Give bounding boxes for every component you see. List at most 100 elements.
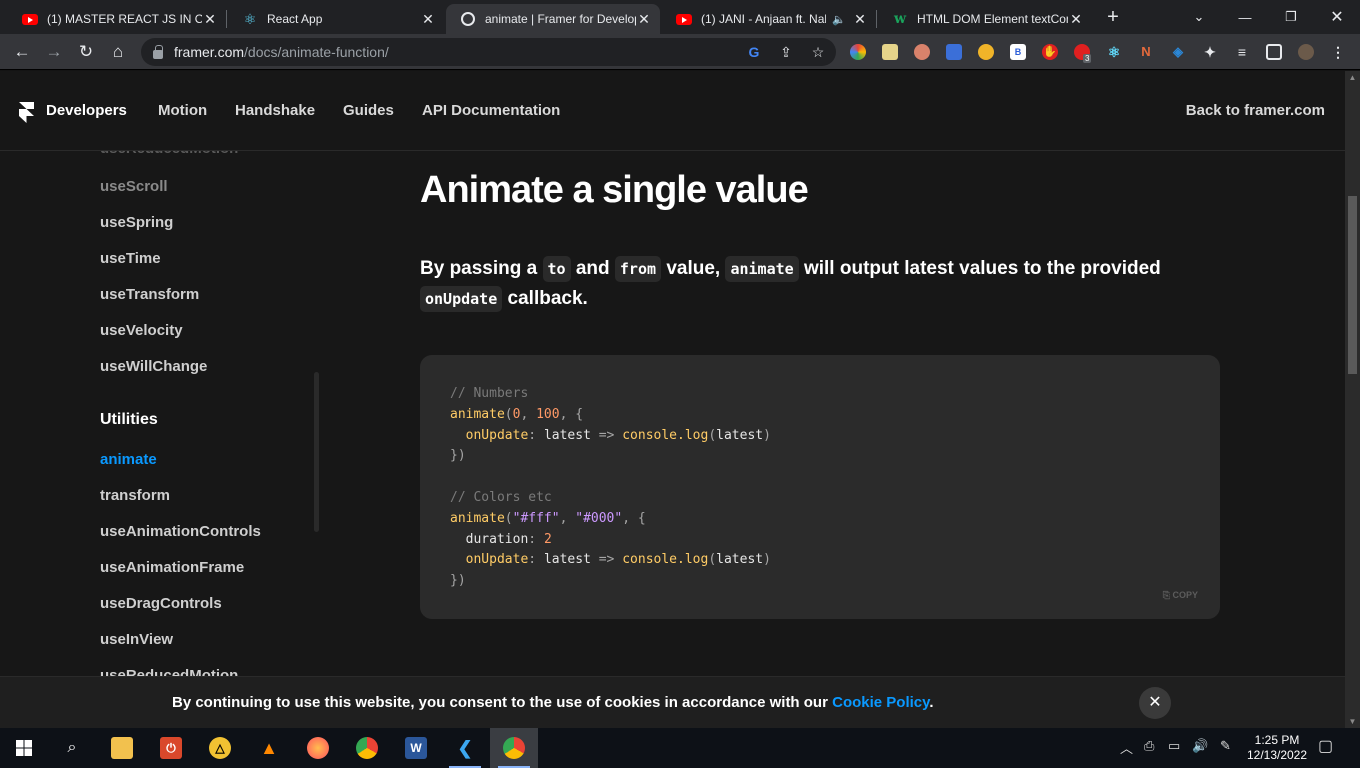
media-controls-icon[interactable]: ≡: [1234, 44, 1250, 60]
menu-kebab-icon[interactable]: ⋮: [1330, 44, 1346, 60]
pen-icon[interactable]: ✎: [1220, 738, 1231, 754]
sidebar-item-usetransform[interactable]: useTransform: [100, 286, 199, 303]
tray-chevron-icon[interactable]: ︿: [1120, 738, 1133, 757]
n-extension-icon[interactable]: N: [1138, 44, 1154, 60]
page-viewport: Developers Motion Handshake Guides API D…: [0, 71, 1345, 728]
cube-extension-icon[interactable]: ◈: [1170, 44, 1186, 60]
taskbar-vscode[interactable]: ❮: [441, 728, 489, 768]
sidebar-item-usewillchange[interactable]: useWillChange: [100, 358, 207, 375]
google-lens-icon[interactable]: G: [746, 44, 762, 60]
taskbar-firefox[interactable]: [294, 728, 342, 768]
close-cookie-button[interactable]: ✕: [1139, 687, 1171, 719]
tab-title: HTML DOM Element textCon: [917, 12, 1068, 26]
color-picker-extension-icon[interactable]: [850, 44, 866, 60]
bookmark-star-icon[interactable]: ☆: [810, 44, 826, 60]
close-tab-icon[interactable]: ✕: [202, 11, 218, 27]
tab-html-dom[interactable]: w HTML DOM Element textCon ✕: [878, 4, 1092, 34]
tab-framer-animate[interactable]: animate | Framer for Develop ✕: [446, 4, 660, 34]
tab-master-react[interactable]: (1) MASTER REACT JS IN ONE ✕: [8, 4, 226, 34]
nav-api-documentation[interactable]: API Documentation: [422, 102, 560, 119]
taskbar-file-explorer[interactable]: [98, 728, 146, 768]
close-tab-icon[interactable]: ✕: [1068, 11, 1084, 27]
search-button[interactable]: ⌕: [48, 728, 96, 768]
tab-title: React App: [267, 12, 323, 26]
scrollbar-thumb[interactable]: [1348, 196, 1357, 374]
speed-extension-icon[interactable]: [978, 44, 994, 60]
sidebar-item[interactable]: useReducedMotion: [100, 151, 238, 157]
screen-recorder-extension-icon[interactable]: [946, 44, 962, 60]
taskbar-chrome[interactable]: [343, 728, 391, 768]
taskbar-chrome-profile[interactable]: [490, 728, 538, 768]
sidebar-item-usevelocity[interactable]: useVelocity: [100, 322, 183, 339]
close-window-button[interactable]: ✕: [1314, 0, 1360, 34]
sidebar-item-transform[interactable]: transform: [100, 487, 170, 504]
sidebar-item-usespring[interactable]: useSpring: [100, 214, 173, 231]
restore-button[interactable]: ❐: [1268, 0, 1314, 34]
power-app-icon: ⏻: [160, 737, 182, 759]
profile-avatar[interactable]: [1298, 44, 1314, 60]
taskbar-word[interactable]: W: [392, 728, 440, 768]
youtube-icon: [22, 11, 38, 27]
close-tab-icon[interactable]: ✕: [420, 11, 436, 27]
browser-toolbar: ← → ↻ ⌂ framer.com/docs/animate-function…: [0, 34, 1360, 70]
network-icon[interactable]: ▭: [1168, 738, 1180, 754]
framer-logo-icon[interactable]: [19, 102, 34, 123]
taskbar-app-yellow[interactable]: △: [196, 728, 244, 768]
sidebar-item-usescroll[interactable]: useScroll: [100, 178, 168, 195]
sidebar-scrollbar[interactable]: [314, 372, 319, 532]
notes-extension-icon[interactable]: [882, 44, 898, 60]
inline-code-onupdate: onUpdate: [420, 286, 503, 312]
close-tab-icon[interactable]: ✕: [636, 11, 652, 27]
start-button[interactable]: [0, 728, 48, 768]
bitwarden-extension-icon[interactable]: B: [1010, 44, 1026, 60]
brand-link[interactable]: Developers: [46, 102, 127, 119]
new-tab-button[interactable]: +: [1102, 6, 1124, 28]
sidebar-item-useanimationframe[interactable]: useAnimationFrame: [100, 559, 244, 576]
scroll-down-arrow-icon[interactable]: ▼: [1348, 717, 1357, 726]
chrome-icon: [356, 737, 378, 759]
sidebar-item-usetime[interactable]: useTime: [100, 250, 161, 267]
page-scrollbar[interactable]: ▲ ▼: [1345, 71, 1360, 728]
taskbar-vlc[interactable]: ▲: [245, 728, 293, 768]
nav-motion[interactable]: Motion: [158, 102, 207, 119]
owl-extension-icon[interactable]: [914, 44, 930, 60]
address-bar[interactable]: framer.com/docs/animate-function/ G ⇪ ☆: [141, 38, 836, 66]
sidebar-item-useanimationcontrols[interactable]: useAnimationControls: [100, 523, 261, 540]
react-devtools-icon[interactable]: ⚛: [1106, 44, 1122, 60]
minimize-button[interactable]: —: [1222, 0, 1268, 34]
share-icon[interactable]: ⇪: [778, 44, 794, 60]
sidebar-item-animate[interactable]: animate: [100, 451, 157, 468]
meet-now-icon[interactable]: ⎙: [1144, 738, 1154, 754]
site-header: Developers Motion Handshake Guides API D…: [0, 71, 1345, 151]
back-arrow-icon[interactable]: ←: [9, 39, 35, 65]
speaker-icon[interactable]: 🔈: [832, 13, 846, 26]
adblock-extension-icon[interactable]: ✋: [1042, 44, 1058, 60]
taskbar-app-red[interactable]: ⏻: [147, 728, 195, 768]
forward-arrow-icon[interactable]: →: [41, 39, 67, 65]
scroll-up-arrow-icon[interactable]: ▲: [1348, 73, 1357, 82]
volume-icon[interactable]: 🔊: [1192, 738, 1208, 754]
copy-code-button[interactable]: ⎘ COPY: [1163, 590, 1198, 601]
nav-handshake[interactable]: Handshake: [235, 102, 315, 119]
tab-react-app[interactable]: ⚛ React App ✕: [228, 4, 444, 34]
side-panel-icon[interactable]: [1266, 44, 1282, 60]
sidebar-item-usedragcontrols[interactable]: useDragControls: [100, 595, 222, 612]
inline-code-to: to: [542, 256, 571, 282]
tab-search-icon[interactable]: ⌄: [1176, 0, 1222, 34]
close-tab-icon[interactable]: ✕: [852, 11, 868, 27]
chrome-profile-icon: [503, 737, 525, 759]
triangle-app-icon: △: [209, 737, 231, 759]
tab-title: (1) MASTER REACT JS IN ONE: [47, 12, 202, 26]
system-clock[interactable]: 1:25 PM 12/13/2022: [1244, 733, 1310, 763]
reload-icon[interactable]: ↻: [73, 39, 99, 65]
back-to-framer-link[interactable]: Back to framer.com: [1186, 102, 1325, 119]
nav-guides[interactable]: Guides: [343, 102, 394, 119]
lock-icon[interactable]: [153, 44, 163, 59]
sidebar-item-useinview[interactable]: useInView: [100, 631, 173, 648]
puzzle-extensions-icon[interactable]: ✦: [1202, 44, 1218, 60]
home-icon[interactable]: ⌂: [105, 39, 131, 65]
tab-jani-anjaan[interactable]: (1) JANI - Anjaan ft. Nab 🔈 ✕: [662, 4, 876, 34]
cookie-policy-link[interactable]: Cookie Policy: [832, 694, 929, 711]
tab-title: animate | Framer for Develop: [485, 12, 636, 26]
notifications-icon[interactable]: ▢: [1318, 736, 1333, 756]
